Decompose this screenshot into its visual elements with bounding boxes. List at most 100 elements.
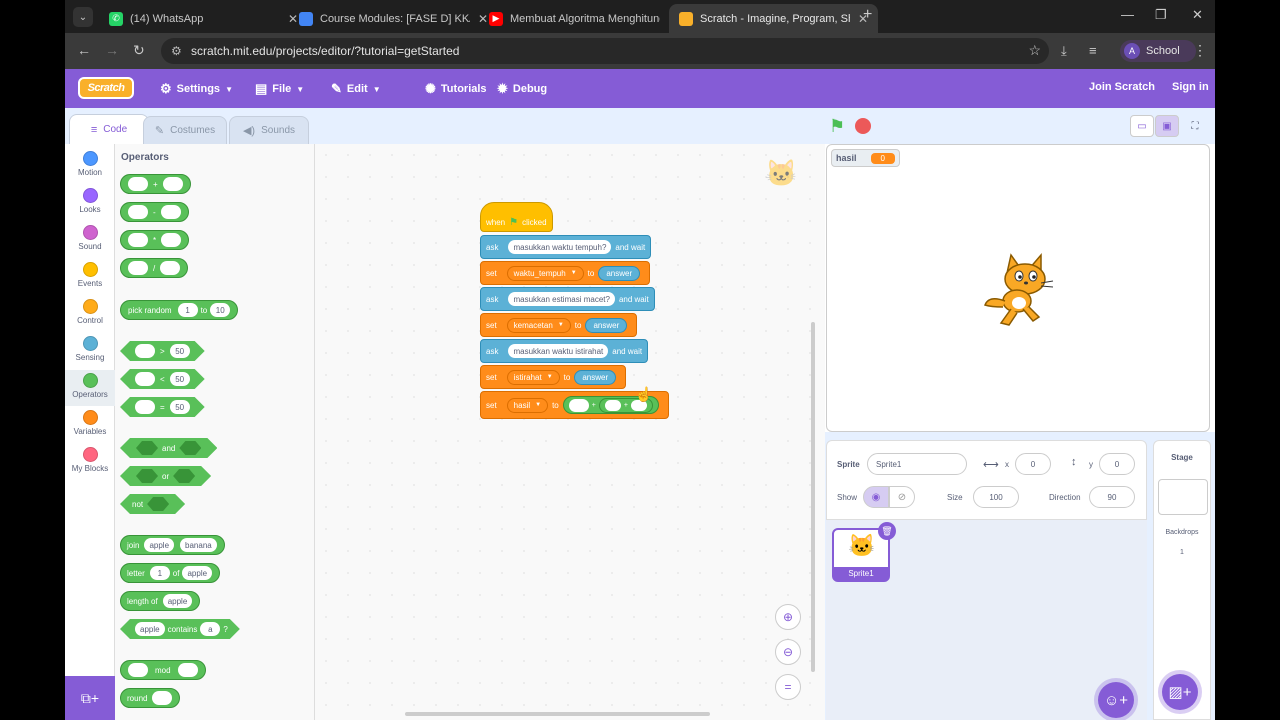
block-input[interactable]: 50	[170, 372, 190, 386]
scratch-logo[interactable]: Scratch	[78, 77, 134, 99]
block-pick-random[interactable]: pick random 1 to 10	[120, 300, 239, 320]
direction-input[interactable]: 90	[1089, 486, 1135, 508]
answer-reporter[interactable]: answer	[585, 317, 628, 333]
variable-dropdown[interactable]: istirahat ▼	[506, 369, 560, 385]
block-input[interactable]: apple	[182, 566, 213, 580]
category-motion[interactable]: Motion	[65, 148, 115, 184]
block-input[interactable]: apple	[144, 538, 175, 552]
forward-icon[interactable]: →	[105, 42, 119, 58]
back-icon[interactable]: ←	[77, 42, 91, 58]
category-sound[interactable]: Sound	[65, 222, 115, 258]
block-ask-and-wait[interactable]: ask masukkan waktu tempuh? and wait	[480, 235, 652, 259]
block-input[interactable]	[135, 400, 155, 414]
category-my-blocks[interactable]: My Blocks	[65, 444, 115, 480]
debug-button[interactable]: ✹ Debug	[497, 81, 547, 97]
block-input[interactable]: banana	[180, 538, 217, 552]
zoom-out-button[interactable]: ⊖	[775, 639, 801, 665]
ask-input[interactable]: masukkan waktu tempuh?	[508, 240, 612, 254]
stage-canvas[interactable]: hasil 0	[826, 144, 1210, 432]
block-ask-and-wait[interactable]: ask masukkan estimasi macet? and wait	[480, 287, 655, 311]
category-operators[interactable]: Operators	[65, 370, 115, 406]
y-position-input[interactable]: 0	[1099, 453, 1135, 475]
join-scratch-link[interactable]: Join Scratch	[1089, 81, 1155, 93]
block-when-flag-clicked[interactable]: when ⚑ clicked	[480, 202, 553, 232]
block-and[interactable]: and	[120, 438, 217, 458]
show-sprite-button[interactable]: ◉	[863, 486, 889, 508]
block-input[interactable]: 1	[149, 566, 170, 580]
close-window-icon[interactable]: ✕	[1192, 7, 1203, 23]
block-mod[interactable]: mod	[120, 660, 206, 680]
file-menu[interactable]: ▤ File ▼	[255, 81, 304, 97]
block-input[interactable]	[161, 233, 182, 247]
block-input[interactable]	[160, 205, 181, 219]
media-control-icon[interactable]: ≡	[1089, 43, 1097, 58]
bookmark-star-icon[interactable]: ☆	[1028, 42, 1041, 59]
block-input[interactable]: 1	[177, 303, 198, 317]
script-area[interactable]: 🐱 when ⚑ clicked ask masukkan waktu temp…	[315, 144, 825, 720]
block-input[interactable]	[160, 261, 181, 275]
block-add[interactable]: +	[120, 174, 191, 194]
boolean-input[interactable]	[179, 441, 201, 455]
variable-dropdown[interactable]: hasil ▼	[506, 397, 549, 413]
block-input[interactable]	[162, 177, 183, 191]
url-bar[interactable]: ⚙ scratch.mit.edu/projects/editor/?tutor…	[161, 38, 1049, 64]
profile-button[interactable]: A School	[1120, 40, 1196, 62]
tab-code[interactable]: ≡ Code	[69, 114, 149, 144]
block-input[interactable]	[128, 177, 148, 191]
category-sensing[interactable]: Sensing	[65, 333, 115, 369]
maximize-icon[interactable]: ❐	[1155, 7, 1167, 23]
block-input[interactable]: a	[200, 622, 220, 636]
sprite-name-input[interactable]: Sprite1	[867, 453, 967, 475]
edit-menu[interactable]: ✎ Edit ▼	[331, 81, 381, 97]
block-contains[interactable]: apple contains a ?	[120, 619, 240, 639]
sprite-thumbnail[interactable]: 🐱 Sprite1 🗑	[832, 522, 896, 582]
block-input[interactable]	[135, 372, 155, 386]
choose-backdrop-button[interactable]: ▨+	[1162, 674, 1198, 710]
site-info-icon[interactable]: ⚙	[171, 44, 182, 58]
block-greater-than[interactable]: >50	[120, 341, 205, 361]
boolean-input[interactable]	[136, 469, 158, 483]
sign-in-link[interactable]: Sign in	[1172, 81, 1209, 93]
boolean-input[interactable]	[136, 441, 158, 455]
block-input[interactable]	[604, 399, 621, 411]
browser-menu-icon[interactable]: ⋮	[1193, 42, 1207, 59]
ask-input[interactable]: masukkan estimasi macet?	[508, 292, 615, 306]
boolean-input[interactable]	[173, 469, 195, 483]
block-input[interactable]	[128, 205, 148, 219]
block-ask-and-wait[interactable]: ask masukkan waktu istirahat and wait	[480, 339, 649, 363]
tab-costumes[interactable]: ✎ Costumes	[143, 116, 227, 144]
stop-button[interactable]	[855, 118, 871, 134]
block-set-variable[interactable]: set waktu_tempuh ▼ to answer	[480, 261, 651, 285]
block-input[interactable]: 50	[170, 400, 190, 414]
tab-scratch[interactable]: Scratch - Imagine, Program, Sha ✕	[669, 4, 879, 33]
normal-stage-button[interactable]: ▣	[1155, 115, 1179, 137]
tab-whatsapp[interactable]: ✆ (14) WhatsApp ✕	[99, 4, 308, 33]
hide-sprite-button[interactable]: ⊘	[889, 486, 915, 508]
category-variables[interactable]: Variables	[65, 407, 115, 443]
block-not[interactable]: not	[120, 494, 185, 514]
block-length-of[interactable]: length of apple	[120, 591, 201, 611]
answer-reporter[interactable]: answer	[598, 265, 641, 281]
size-input[interactable]: 100	[973, 486, 1019, 508]
download-icon[interactable]: ⤓	[1061, 43, 1067, 59]
block-subtract[interactable]: -	[120, 202, 189, 222]
small-stage-button[interactable]: ▭	[1130, 115, 1154, 137]
category-looks[interactable]: Looks	[65, 185, 115, 221]
ask-input[interactable]: masukkan waktu istirahat	[508, 344, 609, 358]
tab-course-modules[interactable]: Course Modules: [FASE D] KKA ✕	[289, 4, 498, 33]
variable-dropdown[interactable]: kemacetan ▼	[506, 317, 571, 333]
block-less-than[interactable]: <50	[120, 369, 205, 389]
variable-dropdown[interactable]: waktu_tempuh ▼	[506, 265, 584, 281]
zoom-reset-button[interactable]: =	[775, 674, 801, 700]
block-input[interactable]	[177, 663, 198, 677]
new-tab-button[interactable]: +	[863, 6, 872, 24]
settings-menu[interactable]: ⚙ Settings ▼	[160, 81, 233, 97]
category-events[interactable]: Events	[65, 259, 115, 295]
block-letter-of[interactable]: letter 1 of apple	[120, 563, 221, 583]
block-input[interactable]	[128, 663, 148, 677]
block-input[interactable]: apple	[162, 594, 193, 608]
block-input[interactable]: 50	[170, 344, 190, 358]
delete-sprite-button[interactable]: 🗑	[878, 522, 896, 540]
tab-youtube[interactable]: ▶ Membuat Algoritma Menghitung ✕	[479, 4, 688, 33]
block-input[interactable]: 10	[210, 303, 231, 317]
